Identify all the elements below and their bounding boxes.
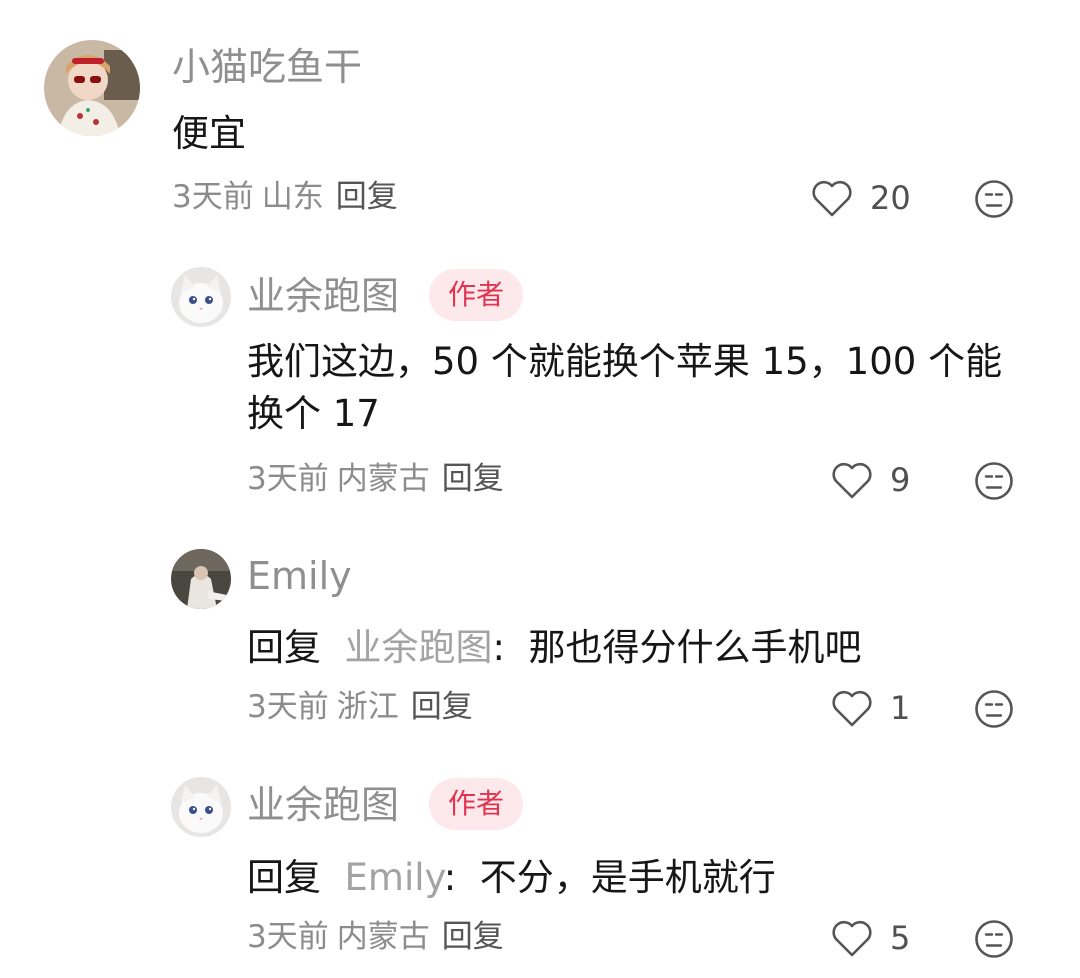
- reply-item: 业余跑图 作者 回复 Emily: 不分，是手机就行 3天前 内蒙古 回复 5: [0, 760, 1080, 978]
- reply-prefix: 回复: [247, 856, 321, 899]
- like-button[interactable]: 9: [830, 460, 910, 500]
- comment-text: 回复 Emily: 不分，是手机就行: [247, 852, 1047, 904]
- avatar-image-icon: [171, 549, 231, 609]
- comment-author[interactable]: 业余跑图: [247, 786, 399, 824]
- reply-body: 不分，是手机就行: [479, 856, 776, 899]
- heart-outline-icon: [832, 690, 872, 727]
- comment-text: 我们这边，50 个就能换个苹果 15，100 个能换个 17: [247, 340, 1003, 435]
- like-count: 20: [870, 179, 911, 217]
- reply-separator: :: [492, 626, 505, 669]
- reply-target-user[interactable]: 业余跑图: [345, 626, 493, 669]
- reply-body: 那也得分什么手机吧: [528, 626, 862, 669]
- reply-prefix: 回复: [247, 626, 321, 669]
- emoji-reaction-button[interactable]: [974, 179, 1014, 219]
- reply-button[interactable]: 回复: [336, 179, 398, 215]
- heart-outline-icon: [812, 180, 852, 217]
- comment-meta: 3天前 浙江 回复: [247, 692, 473, 723]
- neutral-face-icon: [975, 180, 1013, 218]
- reply-button[interactable]: 回复: [411, 689, 473, 725]
- comment-author[interactable]: 小猫吃鱼干: [172, 48, 362, 86]
- comment-time: 3天前: [172, 179, 254, 215]
- avatar[interactable]: [171, 549, 231, 609]
- emoji-reaction-button[interactable]: [974, 461, 1014, 501]
- comment-item: 小猫吃鱼干 便宜 3天前 山东 回复 20: [0, 0, 1080, 240]
- neutral-face-icon: [975, 462, 1013, 500]
- neutral-face-icon: [975, 920, 1013, 958]
- heart-outline-icon: [832, 920, 872, 957]
- avatar[interactable]: [171, 267, 231, 327]
- emoji-reaction-button[interactable]: [974, 919, 1014, 959]
- comment-text: 便宜: [172, 112, 246, 155]
- reply-button[interactable]: 回复: [442, 461, 504, 497]
- comment-location: 内蒙古: [336, 919, 430, 955]
- comment-meta: 3天前 山东 回复: [172, 182, 398, 213]
- comment-author[interactable]: 业余跑图: [247, 277, 399, 315]
- neutral-face-icon: [975, 690, 1013, 728]
- like-button[interactable]: 5: [830, 918, 910, 958]
- avatar[interactable]: [44, 40, 140, 136]
- comment-time: 3天前: [247, 919, 329, 955]
- author-badge: 作者: [429, 269, 524, 321]
- cat-avatar-icon: [171, 777, 231, 837]
- comment-text: 回复 业余跑图: 那也得分什么手机吧: [247, 622, 1047, 674]
- like-button[interactable]: 20: [810, 178, 911, 218]
- comment-location: 山东: [261, 179, 324, 215]
- reply-item: Emily 回复 业余跑图: 那也得分什么手机吧 3天前 浙江 回复 1: [0, 530, 1080, 760]
- comment-time: 3天前: [247, 689, 329, 725]
- reply-button[interactable]: 回复: [442, 919, 504, 955]
- comment-location: 浙江: [336, 689, 399, 725]
- reply-separator: :: [443, 856, 457, 899]
- emoji-reaction-button[interactable]: [974, 689, 1014, 729]
- heart-outline-icon: [832, 462, 872, 499]
- reply-item: 业余跑图 作者 我们这边，50 个就能换个苹果 15，100 个能换个 17 3…: [0, 240, 1080, 530]
- comment-meta: 3天前 内蒙古 回复: [247, 464, 504, 495]
- cat-avatar-icon: [171, 267, 231, 327]
- comment-time: 3天前: [247, 461, 329, 497]
- comment-author[interactable]: Emily: [247, 557, 352, 595]
- like-count: 1: [890, 689, 911, 727]
- avatar-image-icon: [44, 40, 140, 136]
- like-button[interactable]: 1: [830, 688, 910, 728]
- comment-meta: 3天前 内蒙古 回复: [247, 922, 504, 953]
- like-count: 9: [890, 461, 911, 499]
- like-count: 5: [890, 919, 911, 957]
- avatar[interactable]: [171, 777, 231, 837]
- reply-target-user[interactable]: Emily: [345, 856, 444, 899]
- comment-location: 内蒙古: [336, 461, 430, 497]
- author-badge: 作者: [429, 778, 524, 830]
